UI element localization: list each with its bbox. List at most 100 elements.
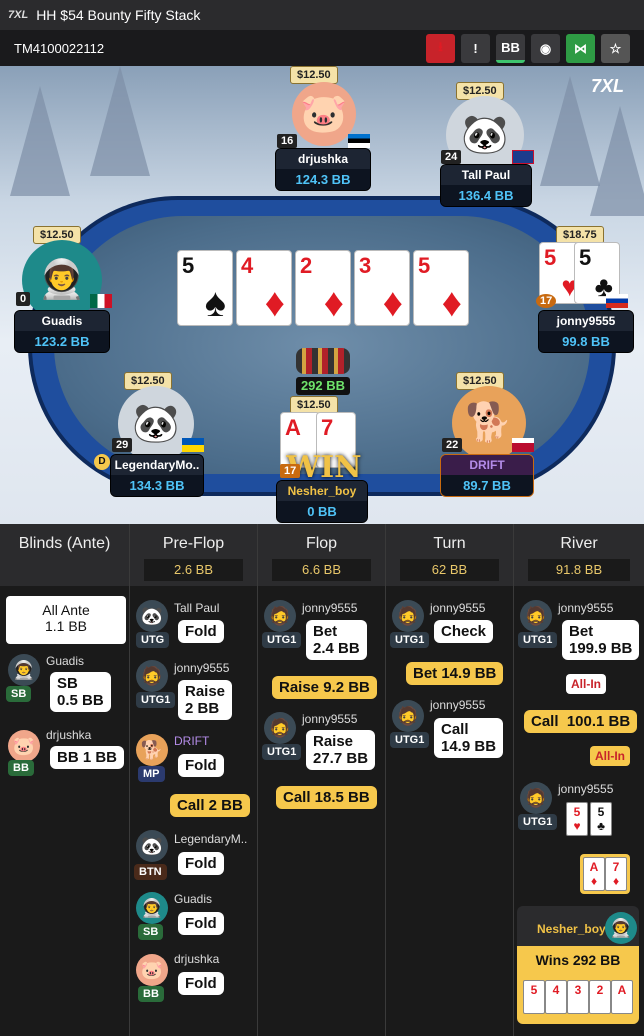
- hand-history: Blinds (Ante) All Ante 1.1 BB 👨‍🚀 Guadis …: [0, 524, 644, 1036]
- player-level: 29: [112, 438, 133, 452]
- player-plate[interactable]: Tall Paul 136.4 BB: [440, 164, 532, 207]
- tree-decoration: [10, 86, 70, 196]
- flag-icon: [348, 134, 370, 148]
- position-badge: MP: [138, 766, 165, 782]
- player-plate[interactable]: DRIFT 89.7 BB: [440, 454, 534, 497]
- favorite-button[interactable]: ☆: [601, 34, 630, 63]
- position-badge: UTG1: [262, 632, 302, 648]
- position-badge: SB: [138, 924, 164, 940]
- action-bubble: Raise 2 BB: [178, 680, 233, 720]
- title-bar: 7XL HH $54 Bounty Fifty Stack: [0, 0, 644, 30]
- tree-decoration: [590, 106, 644, 216]
- player-name: jonny9555: [174, 661, 230, 675]
- action-bubble: Fold: [178, 972, 224, 995]
- flag-icon: [512, 438, 534, 452]
- toolbar: ⭳ ! BB ◉ ⋈ ☆: [426, 34, 630, 63]
- player-plate[interactable]: drjushka 124.3 BB: [275, 148, 371, 191]
- action-bubble: Fold: [178, 852, 224, 875]
- position-badge: UTG1: [518, 632, 558, 648]
- window-title: HH $54 Bounty Fifty Stack: [36, 7, 201, 23]
- tree-decoration: [90, 66, 150, 176]
- player-plate[interactable]: LegendaryMo.. 134.3 BB: [110, 454, 204, 497]
- winner-text: Wins 292 BB: [535, 952, 621, 968]
- pot-amount: 292 BB: [296, 377, 350, 395]
- player-avatar: 🧔: [520, 782, 552, 814]
- ante-box: All Ante 1.1 BB: [6, 596, 126, 644]
- column-turn: Turn 62 BB 🧔 jonny9555 UTG1 Check Bet 14.…: [386, 524, 514, 1036]
- bb-toggle-button[interactable]: BB: [496, 34, 525, 63]
- player-avatar: 🐼: [136, 830, 168, 862]
- board-card: 3 ♦: [354, 250, 410, 326]
- player-name: Guadis: [46, 654, 85, 668]
- dealer-button: D: [94, 454, 110, 470]
- winner-name: Nesher_boy: [537, 922, 606, 936]
- player-level: 17: [280, 464, 301, 478]
- flag-icon: [90, 294, 112, 308]
- incognito-button[interactable]: ◉: [531, 34, 560, 63]
- poker-table-scene: 7XL 5 ♠ 4 ♦ 2 ♦ 3 ♦ 5 ♦ 292 BB $12.50 🐷 16 dr…: [0, 66, 644, 524]
- winner-box: Nesher_boy 👨‍🚀 Wins 292 BB 5 4 3 2 A: [517, 906, 639, 1024]
- shown-card: 5 ♣: [590, 802, 612, 836]
- download-icon: ⭳: [438, 38, 443, 54]
- pot-chips: [296, 348, 350, 374]
- bounty-badge: $12.50: [290, 66, 338, 84]
- player-plate[interactable]: jonny9555 99.8 BB: [538, 310, 634, 353]
- player-name: jonny9555: [302, 601, 358, 615]
- column-flop: Flop 6.6 BB 🧔 jonny9555 UTG1 Bet 2.4 BB R…: [258, 524, 386, 1036]
- player-avatar-astronaut[interactable]: 👨‍🚀: [22, 240, 102, 320]
- flag-icon: [606, 294, 628, 308]
- hero-action-bubble: Raise 9.2 BB: [272, 676, 377, 699]
- winning-card: A: [611, 980, 633, 1014]
- action-bubble: SB 0.5 BB: [50, 672, 111, 712]
- download-button[interactable]: ⭳: [426, 34, 455, 63]
- report-button[interactable]: !: [461, 34, 490, 63]
- player-avatar: 🐷: [8, 730, 40, 762]
- winning-card: 3: [567, 980, 589, 1014]
- action-bubble: Fold: [178, 620, 224, 643]
- player-avatar: 🧔: [136, 660, 168, 692]
- app-logo: 7XL: [8, 9, 29, 21]
- position-badge: UTG1: [136, 692, 176, 708]
- column-header: Flop 6.6 BB: [258, 524, 385, 586]
- winning-card: 2: [589, 980, 611, 1014]
- column-header: River 91.8 BB: [514, 524, 644, 586]
- position-badge: BB: [8, 760, 34, 776]
- column-header: Blinds (Ante): [0, 524, 129, 586]
- player-plate[interactable]: Nesher_boy 0 BB: [276, 480, 368, 523]
- share-button[interactable]: ⋈: [566, 34, 595, 63]
- player-plate[interactable]: Guadis 123.2 BB: [14, 310, 110, 353]
- player-name: Guadis: [174, 892, 213, 906]
- player-avatar: 🐕: [136, 734, 168, 766]
- player-avatar: 🧔: [520, 600, 552, 632]
- brand-logo: 7XL: [590, 76, 624, 96]
- player-level: 22: [442, 438, 463, 452]
- action-bubble: BB 1 BB: [50, 746, 125, 769]
- shown-card: 5 ♥: [566, 802, 588, 836]
- player-avatar: 🧔: [392, 600, 424, 632]
- share-icon: ⋈: [574, 40, 587, 56]
- player-avatar: 🐷: [136, 954, 168, 986]
- player-avatar: 🧔: [264, 712, 296, 744]
- player-name: jonny9555: [302, 712, 358, 726]
- action-bubble: Bet 2.4 BB: [306, 620, 367, 660]
- player-level: 24: [441, 150, 462, 164]
- winning-card: 4: [545, 980, 567, 1014]
- hero-action-bubble: Bet 14.9 BB: [406, 662, 504, 685]
- player-name: jonny9555: [558, 782, 614, 796]
- column-preflop: Pre-Flop 2.6 BB 🐼 Tall Paul UTG Fold 🧔 jo…: [130, 524, 258, 1036]
- hero-action-bubble: Call 18.5 BB: [276, 786, 377, 809]
- hero-action-bubble: Call 2 BB: [170, 794, 250, 817]
- player-name: drjushka: [46, 728, 92, 742]
- player-avatar-pig[interactable]: 🐷: [292, 82, 356, 146]
- player-avatar: 🧔: [264, 600, 296, 632]
- allin-badge: All-In: [566, 674, 606, 694]
- position-badge: UTG1: [518, 814, 558, 830]
- player-name: jonny9555: [430, 698, 486, 712]
- hero-cards-box: A ♦ 7 ♦: [580, 854, 630, 894]
- star-icon: ☆: [609, 40, 622, 56]
- position-badge: UTG1: [262, 744, 302, 760]
- column-blinds: Blinds (Ante) All Ante 1.1 BB 👨‍🚀 Guadis …: [0, 524, 130, 1036]
- action-bubble: Fold: [178, 754, 224, 777]
- player-name: drjushka: [174, 952, 220, 966]
- player-level: 0: [16, 292, 31, 306]
